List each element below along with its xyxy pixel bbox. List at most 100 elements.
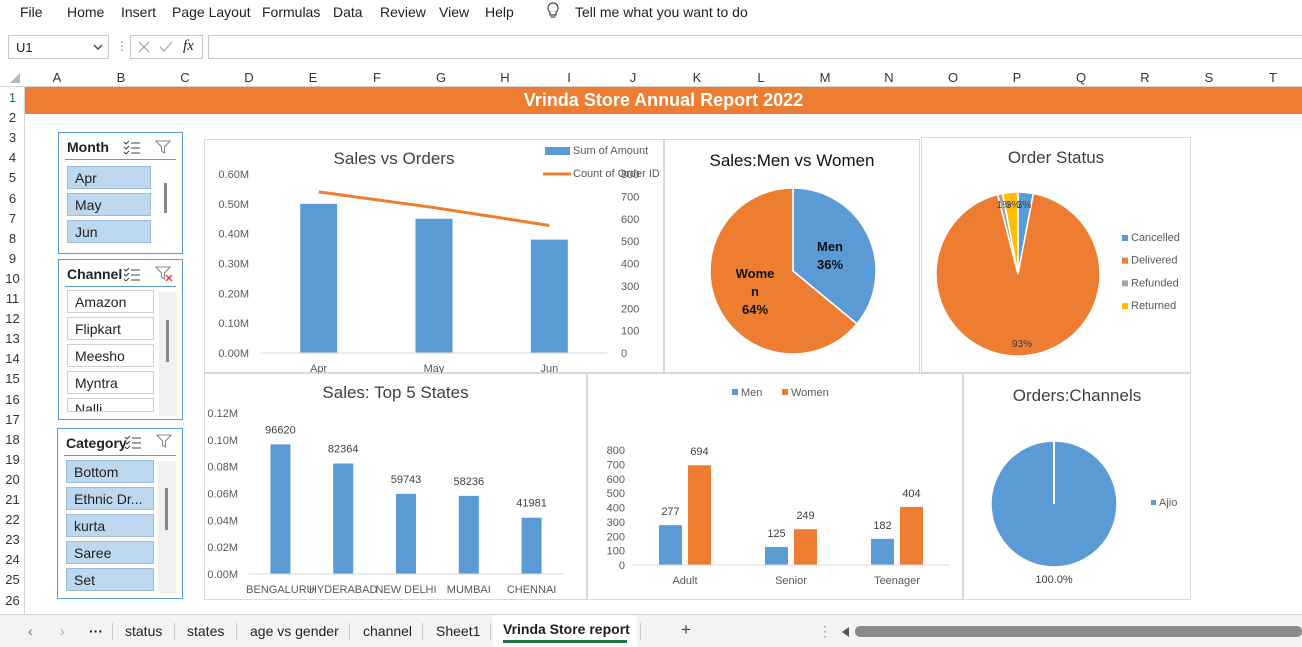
slicer-item-nalli[interactable]: Nalli bbox=[67, 398, 154, 412]
fx-icon[interactable]: fx bbox=[183, 38, 194, 55]
slicer-item-flipkart[interactable]: Flipkart bbox=[67, 317, 154, 340]
slicer-item-bottom[interactable]: Bottom bbox=[66, 460, 154, 483]
order-status-chart[interactable]: Order Status 93% 1% 3% 3% Cancelled Delivered… bbox=[921, 137, 1191, 373]
slicer-scrollbar-track[interactable] bbox=[158, 461, 176, 593]
orders-channels-chart[interactable]: Orders:Channels 100.0% Ajio bbox=[963, 373, 1191, 600]
row-header-7: 7 bbox=[8, 210, 17, 226]
dots-icon: ⋮ bbox=[818, 623, 832, 639]
category-slicer: Category Bottom Ethnic Dr... kurta Saree… bbox=[57, 428, 183, 599]
bar-mumbai bbox=[458, 495, 479, 574]
y-tick-label: 0.60M bbox=[218, 169, 249, 181]
chevron-down-icon bbox=[93, 44, 103, 50]
slicer-item-meesho[interactable]: Meesho bbox=[67, 344, 154, 367]
row-headers: 1 2 3 4 5 6 7 8 9 10 11 12 13 14 15 16 17 18 19 20 21 22 23 24 2… bbox=[0, 87, 25, 614]
name-box[interactable]: U1 bbox=[8, 35, 109, 59]
y-tick-label: 0.12M bbox=[207, 408, 238, 420]
legend-label-cancelled: Cancelled bbox=[1131, 232, 1180, 244]
age-gender-chart[interactable]: 0 100 200 300 400 500 600 700 800 277 694 Adult 125 2… bbox=[587, 373, 963, 600]
y-tick-label: 600 bbox=[607, 474, 625, 486]
order-status-pie: 93%1%3%3%CancelledDeliveredRefundedRetur… bbox=[935, 191, 1180, 357]
menu-data[interactable]: Data bbox=[333, 4, 363, 20]
slicer-item-set[interactable]: Set bbox=[66, 568, 154, 591]
y-tick-label: 0.08M bbox=[207, 462, 238, 474]
menu-insert[interactable]: Insert bbox=[121, 4, 156, 20]
slicer-item-ethnic-dress[interactable]: Ethnic Dr... bbox=[66, 487, 154, 510]
menu-view[interactable]: View bbox=[439, 4, 469, 20]
column-header-h: H bbox=[500, 70, 510, 85]
sales-vs-orders-plot: 0.00M 0.10M 0.20M 0.30M 0.40M 0.50M 0.60M 0 100 2… bbox=[218, 145, 660, 374]
ribbon-menu-bar: File Home Insert Page Layout Formulas Da… bbox=[0, 0, 1302, 24]
row-header-15: 15 bbox=[5, 371, 20, 387]
clear-filter-icon[interactable] bbox=[155, 140, 171, 155]
menu-page-layout[interactable]: Page Layout bbox=[172, 4, 251, 20]
top5-states-chart[interactable]: Sales: Top 5 States 0.00M 0.02M 0.04M 0.06M… bbox=[204, 373, 587, 600]
slicer-scrollbar-track[interactable] bbox=[159, 292, 177, 416]
dots-icon: ⋮ bbox=[116, 39, 128, 53]
sales-vs-orders-chart[interactable]: Sales vs Orders 0.00M 0.10M 0.20M 0.30M 0.40… bbox=[204, 139, 664, 374]
select-all-icon[interactable] bbox=[9, 72, 21, 84]
menu-file[interactable]: File bbox=[20, 4, 43, 20]
cancel-x-icon[interactable] bbox=[138, 41, 150, 53]
legend-label: Count of Order ID bbox=[573, 168, 660, 180]
horizontal-scrollbar[interactable] bbox=[855, 626, 1302, 637]
tell-me-search[interactable]: Tell me what you want to do bbox=[575, 4, 748, 20]
x-tick-label: MUMBAI bbox=[447, 584, 491, 596]
clear-filter-icon[interactable] bbox=[156, 434, 172, 449]
bar-teenager-women bbox=[900, 506, 923, 565]
legend-label-refunded: Refunded bbox=[1131, 277, 1179, 289]
column-headers: A B C D E F G H I J K L M N O P Q R S T bbox=[0, 67, 1302, 87]
multi-select-icon[interactable] bbox=[124, 435, 142, 449]
x-tick-label: NEW DELHI bbox=[375, 584, 436, 596]
slicer-item-saree[interactable]: Saree bbox=[66, 541, 154, 564]
tab-channel[interactable]: channel bbox=[363, 623, 412, 639]
column-header-k: K bbox=[692, 70, 702, 85]
report-banner-title: Vrinda Store Annual Report 2022 bbox=[25, 87, 1302, 114]
clear-filter-icon[interactable] bbox=[155, 266, 173, 282]
row-header-16: 16 bbox=[5, 391, 20, 407]
tab-states[interactable]: states bbox=[187, 623, 224, 639]
menu-review[interactable]: Review bbox=[380, 4, 426, 20]
slicer-item-may[interactable]: May bbox=[67, 193, 151, 216]
x-tick-label: CHENNAI bbox=[507, 584, 557, 596]
slicer-item-jun[interactable]: Jun bbox=[67, 220, 151, 243]
slicer-item-myntra[interactable]: Myntra bbox=[67, 371, 154, 394]
category-slicer-title: Category bbox=[66, 435, 127, 451]
scroll-left-icon[interactable] bbox=[842, 627, 850, 637]
data-label: 694 bbox=[690, 446, 708, 458]
tab-age-vs-gender[interactable]: age vs gender bbox=[250, 623, 339, 639]
column-header-e: E bbox=[308, 70, 318, 85]
menu-formulas[interactable]: Formulas bbox=[262, 4, 320, 20]
slicer-item-apr[interactable]: Apr bbox=[67, 166, 151, 189]
check-icon[interactable] bbox=[159, 41, 173, 53]
sales-men-women-chart[interactable]: Sales:Men vs Women Men 36% Wome n 64% bbox=[664, 139, 920, 373]
row-header-6: 6 bbox=[8, 190, 17, 206]
formula-input[interactable] bbox=[208, 35, 1302, 59]
menu-home[interactable]: Home bbox=[67, 4, 104, 20]
y-tick-label: 0.00M bbox=[207, 569, 238, 581]
x-tick-label: Teenager bbox=[874, 575, 920, 587]
data-label: 41981 bbox=[516, 498, 547, 510]
slicer-item-kurta[interactable]: kurta bbox=[66, 514, 154, 537]
column-header-j: J bbox=[629, 70, 637, 85]
tab-sheet1[interactable]: Sheet1 bbox=[436, 623, 480, 639]
slicer-scrollbar[interactable] bbox=[164, 183, 167, 213]
row-header-19: 19 bbox=[5, 451, 20, 467]
pie-label-men: Men bbox=[817, 239, 843, 254]
tab-more-button[interactable]: ··· bbox=[89, 623, 103, 639]
multi-select-icon[interactable] bbox=[123, 140, 141, 154]
row-header-24: 24 bbox=[5, 552, 20, 568]
tab-prev-button[interactable]: ‹ bbox=[28, 623, 33, 639]
x-tick-label: HYDERABAD bbox=[309, 584, 378, 596]
slicer-item-amazon[interactable]: Amazon bbox=[67, 290, 154, 313]
y-tick-label: 200 bbox=[607, 531, 625, 543]
tab-vrinda-store-report[interactable]: Vrinda Store report bbox=[493, 615, 637, 647]
add-sheet-button[interactable]: + bbox=[681, 620, 691, 640]
y-tick-label: 0.10M bbox=[207, 435, 238, 447]
row-header-5: 5 bbox=[8, 170, 17, 186]
tab-next-button[interactable]: › bbox=[60, 623, 65, 639]
menu-help[interactable]: Help bbox=[485, 4, 514, 20]
data-label: 125 bbox=[767, 528, 785, 540]
multi-select-icon[interactable] bbox=[123, 267, 141, 281]
sheet-tab-bar: ‹ › ··· status states age vs gender chan… bbox=[0, 614, 1302, 647]
tab-status[interactable]: status bbox=[125, 623, 162, 639]
